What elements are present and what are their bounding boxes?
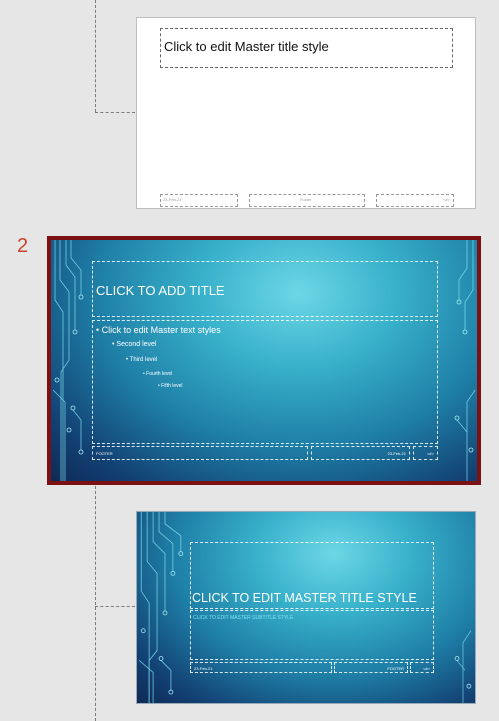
page-number-text: <#> bbox=[423, 666, 430, 671]
layout-thumbnail-title-only[interactable]: Click to edit Master title style 23-Feb-… bbox=[136, 17, 476, 209]
date-placeholder[interactable]: 23-Feb-21 bbox=[311, 446, 410, 460]
page-number-text: <#> bbox=[427, 451, 434, 456]
title-placeholder[interactable]: CLICK TO ADD TITLE bbox=[92, 261, 438, 317]
slide-master-thumbnail[interactable]: CLICK TO ADD TITLE • Click to edit Maste… bbox=[47, 236, 481, 485]
text-level-1: • Click to edit Master text styles bbox=[96, 325, 221, 335]
footer-text: FOOTER bbox=[387, 666, 404, 671]
date-text: 23-Feb-21 bbox=[163, 197, 182, 202]
subtitle-placeholder[interactable]: CLICK TO EDIT MASTER SUBTITLE STYLE bbox=[190, 610, 434, 660]
footer-placeholder[interactable]: FOOTER bbox=[334, 662, 408, 673]
page-number-placeholder[interactable]: <#> bbox=[413, 446, 438, 460]
body-text-placeholder[interactable]: • Click to edit Master text styles • Sec… bbox=[92, 320, 438, 444]
date-placeholder[interactable]: 23-Feb-21 bbox=[160, 194, 238, 207]
text-level-4: • Fourth level bbox=[143, 371, 173, 377]
footer-placeholder[interactable]: FOOTER bbox=[92, 446, 308, 460]
date-text: 23-Feb-21 bbox=[387, 451, 406, 456]
slide-number: 2 bbox=[17, 235, 29, 257]
title-placeholder-text: Click to edit Master title style bbox=[164, 39, 329, 54]
layout-thumbnail-title-slide[interactable]: CLICK TO EDIT MASTER TITLE STYLE CLICK T… bbox=[136, 511, 476, 704]
date-text: 23-Feb-21 bbox=[194, 666, 213, 671]
page-number-placeholder[interactable]: <#> bbox=[410, 662, 434, 673]
footer-placeholder[interactable]: Footer bbox=[249, 194, 365, 207]
title-placeholder-text: CLICK TO EDIT MASTER TITLE STYLE bbox=[192, 591, 417, 605]
text-level-5: • Fifth level bbox=[158, 383, 183, 389]
circuit-decoration-left bbox=[138, 512, 184, 703]
text-level-2: • Second level bbox=[112, 341, 157, 348]
page-number-text: <#> bbox=[443, 197, 450, 202]
footer-text: Footer bbox=[300, 197, 312, 202]
footer-text: FOOTER bbox=[96, 451, 113, 456]
circuit-decoration-left bbox=[52, 240, 84, 481]
title-placeholder[interactable]: Click to edit Master title style bbox=[160, 28, 453, 68]
date-placeholder[interactable]: 23-Feb-21 bbox=[190, 662, 332, 673]
connector-line-bottom bbox=[95, 486, 96, 721]
subtitle-placeholder-text: CLICK TO EDIT MASTER SUBTITLE STYLE bbox=[193, 615, 294, 621]
circuit-decoration-right bbox=[454, 240, 476, 481]
page-number-placeholder[interactable]: <#> bbox=[376, 194, 454, 207]
title-placeholder-text: CLICK TO ADD TITLE bbox=[96, 283, 225, 298]
circuit-decoration-right bbox=[454, 630, 472, 703]
connector-line-top bbox=[95, 0, 96, 112]
text-level-3: • Third level bbox=[126, 357, 158, 363]
title-placeholder[interactable]: CLICK TO EDIT MASTER TITLE STYLE bbox=[190, 542, 434, 609]
connector-branch-bottom bbox=[95, 606, 135, 607]
connector-branch-top bbox=[95, 112, 135, 113]
